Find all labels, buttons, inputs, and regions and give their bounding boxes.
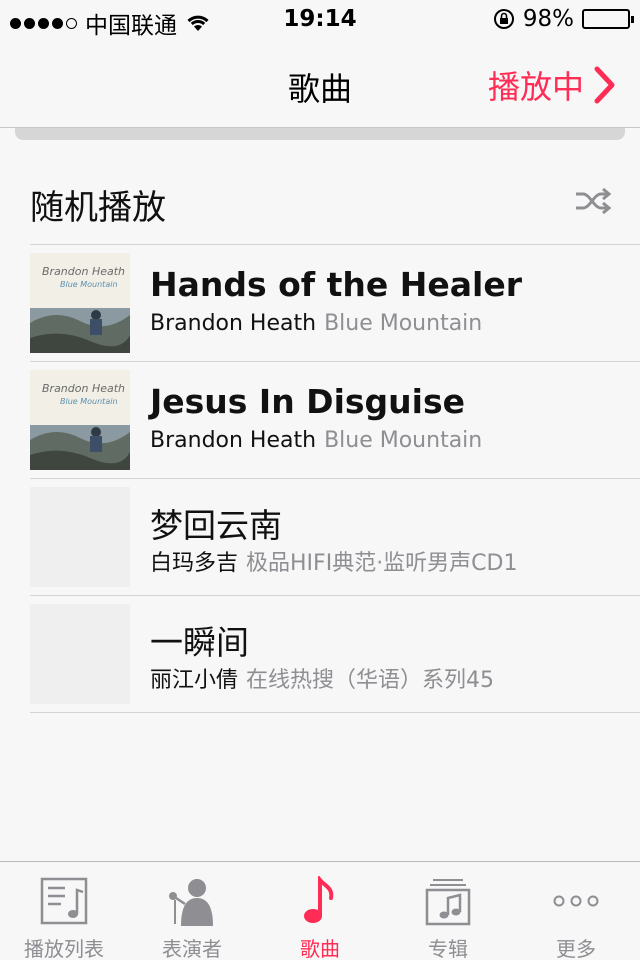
battery-percent: 98% xyxy=(522,6,574,32)
header-shadow xyxy=(15,128,625,140)
now-playing-button[interactable]: 播放中 xyxy=(488,62,616,108)
album-art: Brandon Heath Blue Mountain xyxy=(30,253,130,353)
svg-text:Brandon Heath: Brandon Heath xyxy=(42,382,125,395)
song-title: 一瞬间 xyxy=(150,623,249,662)
tab-playlists[interactable]: 播放列表 xyxy=(0,862,128,960)
rotation-lock-icon xyxy=(493,9,514,29)
music-note-icon xyxy=(304,876,334,923)
shuffle-label: 随机播放 xyxy=(30,188,166,228)
song-artist: Brandon Heath xyxy=(150,311,317,336)
song-row[interactable]: 一瞬间 丽江小倩 在线热搜（华语）系列45 xyxy=(30,596,640,713)
song-subtitle: 丽江小倩 在线热搜（华语）系列45 xyxy=(150,662,494,694)
song-subtitle: 白玛多吉 极品HIFI典范·监听男声CD1 xyxy=(150,545,517,577)
tab-artists[interactable]: 表演者 xyxy=(128,862,256,960)
chevron-right-icon xyxy=(594,66,615,104)
tab-label: 歌曲 xyxy=(300,937,340,960)
tab-albums[interactable]: 专辑 xyxy=(384,862,512,960)
status-right: 98% xyxy=(493,6,634,32)
svg-text:Blue Mountain: Blue Mountain xyxy=(60,397,118,406)
song-row[interactable]: Brandon Heath Blue Mountain Jesus In Dis… xyxy=(30,362,640,479)
battery-icon xyxy=(582,9,634,29)
tab-bar: 播放列表 表演者 歌曲 专辑 更多 xyxy=(0,861,640,960)
album-icon xyxy=(425,879,471,926)
tab-label: 播放列表 xyxy=(24,937,104,960)
album-art-placeholder xyxy=(30,604,130,704)
song-album: 极品HIFI典范·监听男声CD1 xyxy=(246,551,518,576)
song-row[interactable]: Brandon Heath Blue Mountain Hands of the… xyxy=(30,245,640,362)
song-subtitle: Brandon Heath Blue Mountain xyxy=(150,428,482,453)
song-row[interactable]: 梦回云南 白玛多吉 极品HIFI典范·监听男声CD1 xyxy=(30,479,640,596)
song-title: Jesus In Disguise xyxy=(150,382,465,421)
song-artist: 丽江小倩 xyxy=(150,668,239,693)
album-art: Brandon Heath Blue Mountain xyxy=(30,370,130,470)
song-title: 梦回云南 xyxy=(150,506,282,545)
song-artist: 白玛多吉 xyxy=(150,551,239,576)
song-album: Blue Mountain xyxy=(324,428,483,453)
song-title: Hands of the Healer xyxy=(150,265,523,304)
tab-more[interactable]: 更多 xyxy=(512,862,640,960)
tab-label: 专辑 xyxy=(428,937,468,960)
now-playing-label: 播放中 xyxy=(487,68,584,106)
status-bar: 中国联通 19:14 98% xyxy=(0,0,640,40)
shuffle-all-row[interactable]: 随机播放 xyxy=(30,170,640,245)
song-subtitle: Brandon Heath Blue Mountain xyxy=(150,311,482,336)
artist-icon xyxy=(169,879,213,926)
tab-songs[interactable]: 歌曲 xyxy=(256,862,384,960)
album-art-placeholder xyxy=(30,487,130,587)
song-album: 在线热搜（华语）系列45 xyxy=(246,668,495,693)
svg-text:Brandon Heath: Brandon Heath xyxy=(42,265,125,278)
song-album: Blue Mountain xyxy=(324,311,483,336)
svg-text:Blue Mountain: Blue Mountain xyxy=(60,280,118,289)
navigation-bar: 歌曲 播放中 xyxy=(0,40,640,128)
shuffle-icon xyxy=(576,187,612,215)
song-artist: Brandon Heath xyxy=(150,428,317,453)
tab-label: 表演者 xyxy=(162,937,222,960)
tab-label: 更多 xyxy=(556,937,596,960)
playlist-icon xyxy=(40,877,88,925)
more-icon xyxy=(553,895,599,907)
